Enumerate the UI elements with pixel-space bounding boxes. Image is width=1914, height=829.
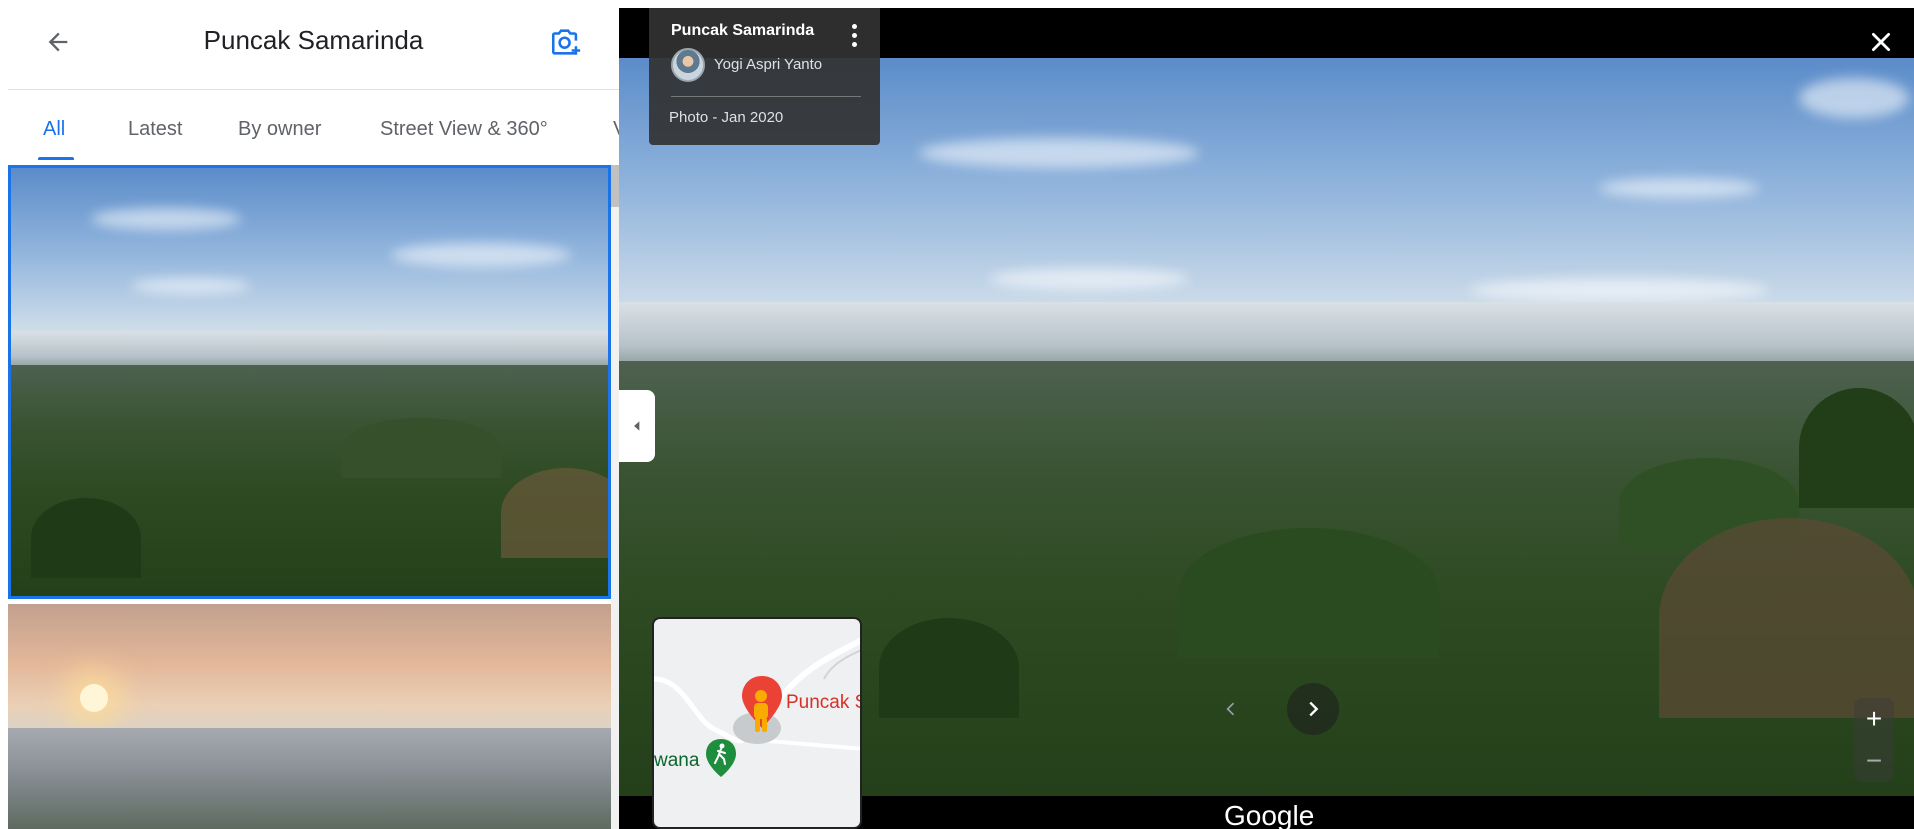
author-avatar[interactable] bbox=[671, 48, 705, 82]
more-options-icon[interactable] bbox=[849, 24, 859, 50]
tab-street-view-360[interactable]: Street View & 360° bbox=[380, 118, 548, 141]
pegman-icon bbox=[754, 690, 768, 732]
tab-latest[interactable]: Latest bbox=[128, 118, 182, 141]
panel-header: Puncak Samarinda bbox=[8, 0, 619, 90]
photo-thumbnail[interactable] bbox=[8, 604, 611, 829]
photo-thumbnail-selected[interactable] bbox=[8, 165, 611, 599]
info-divider bbox=[671, 96, 861, 97]
minimap[interactable]: Puncak S wana bbox=[652, 617, 862, 829]
photo-viewer: Google Puncak Samarinda Yogi Aspri Yanto… bbox=[619, 8, 1914, 829]
photo-place-title[interactable]: Puncak Samarinda bbox=[671, 22, 814, 40]
photo-author-name[interactable]: Yogi Aspri Yanto bbox=[714, 56, 822, 73]
zoom-out-button[interactable]: − bbox=[1854, 740, 1894, 782]
zoom-control: + − bbox=[1854, 698, 1894, 782]
map-place-label: Puncak S bbox=[786, 692, 862, 713]
map-nearby-label: wana bbox=[654, 750, 700, 771]
photo-filter-tabs: All Latest By owner Street View & 360° V bbox=[8, 92, 619, 162]
zoom-in-button[interactable]: + bbox=[1854, 698, 1894, 740]
google-logo: Google bbox=[1224, 800, 1315, 829]
tab-by-owner[interactable]: By owner bbox=[238, 118, 321, 141]
next-photo-button[interactable] bbox=[1287, 683, 1339, 735]
tab-all[interactable]: All bbox=[43, 118, 65, 141]
previous-photo-button[interactable] bbox=[1207, 685, 1255, 733]
chevron-right-icon bbox=[1309, 701, 1319, 717]
chevron-left-icon bbox=[634, 421, 640, 431]
add-photo-camera-icon bbox=[551, 29, 581, 55]
hiking-park-icon bbox=[706, 739, 736, 777]
page-title: Puncak Samarinda bbox=[203, 25, 424, 55]
photo-info-card: Puncak Samarinda Yogi Aspri Yanto Photo … bbox=[649, 8, 880, 145]
add-photo-button[interactable] bbox=[546, 22, 586, 62]
close-icon bbox=[1872, 33, 1890, 51]
photo-list-panel: Puncak Samarinda All Latest By owner Str… bbox=[8, 0, 619, 829]
collapse-panel-button[interactable] bbox=[619, 390, 655, 462]
photo-date: Photo - Jan 2020 bbox=[669, 109, 784, 126]
chevron-left-icon bbox=[1226, 702, 1235, 716]
photo-list-scrollbar[interactable] bbox=[611, 165, 619, 829]
active-tab-indicator bbox=[38, 157, 74, 160]
close-button[interactable] bbox=[1863, 24, 1899, 60]
scrollbar-thumb[interactable] bbox=[611, 165, 619, 207]
